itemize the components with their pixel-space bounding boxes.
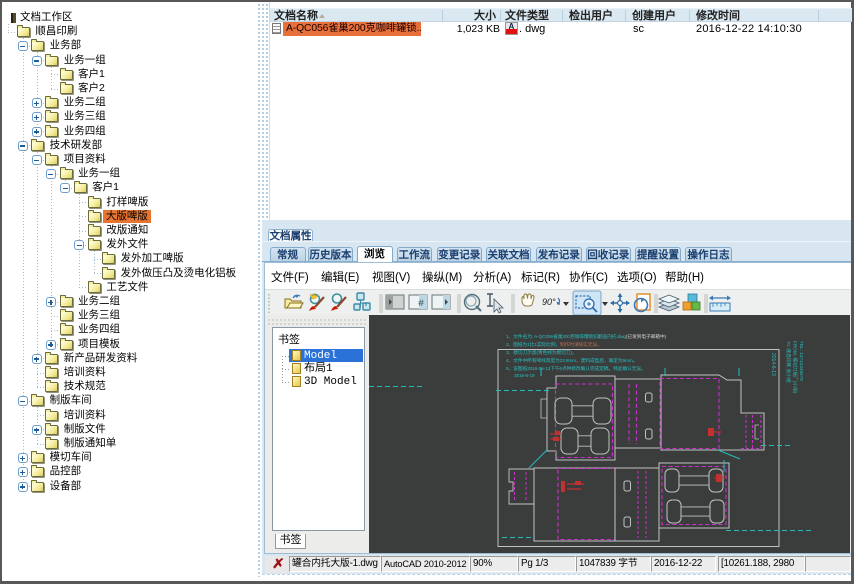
svg-text:2014-6-13: 2014-6-13	[770, 353, 776, 376]
svg-text:90°: 90°	[542, 297, 556, 307]
svg-text:2016-6-19: 2016-6-19	[514, 373, 535, 379]
svg-text:1、文件名为: A-QC056雀巢200克咖啡罐锁扣翻盖内托: 1、文件名为: A-QC056雀巢200克咖啡罐锁扣翻盖内托.dwg(已发到电子…	[506, 333, 667, 340]
svg-text:To: 顺昌印刷 张小姐: To: 顺昌印刷 张小姐	[785, 341, 792, 383]
svg-text:5、该图纸2016-06-13下午6点钟修改确认完成定稿，特: 5、该图纸2016-06-13下午6点钟修改确认完成定稿，特此确认无误。	[506, 365, 646, 372]
svg-text:FROM: 模切刀版厂(小胡): FROM: 模切刀版厂(小胡)	[792, 341, 799, 394]
svg-text:#: #	[418, 299, 424, 310]
svg-text:3、模切刀示意(青色线为模切刀)。: 3、模切刀示意(青色线为模切刀)。	[506, 349, 576, 356]
svg-text:TEL: 13712345678: TEL: 13712345678	[799, 341, 804, 381]
svg-text:4、文件中所有啤线高度为23.8mm，废料成型后，确定为9m: 4、文件中所有啤线高度为23.8mm，废料成型后，确定为9mm。	[506, 357, 637, 364]
